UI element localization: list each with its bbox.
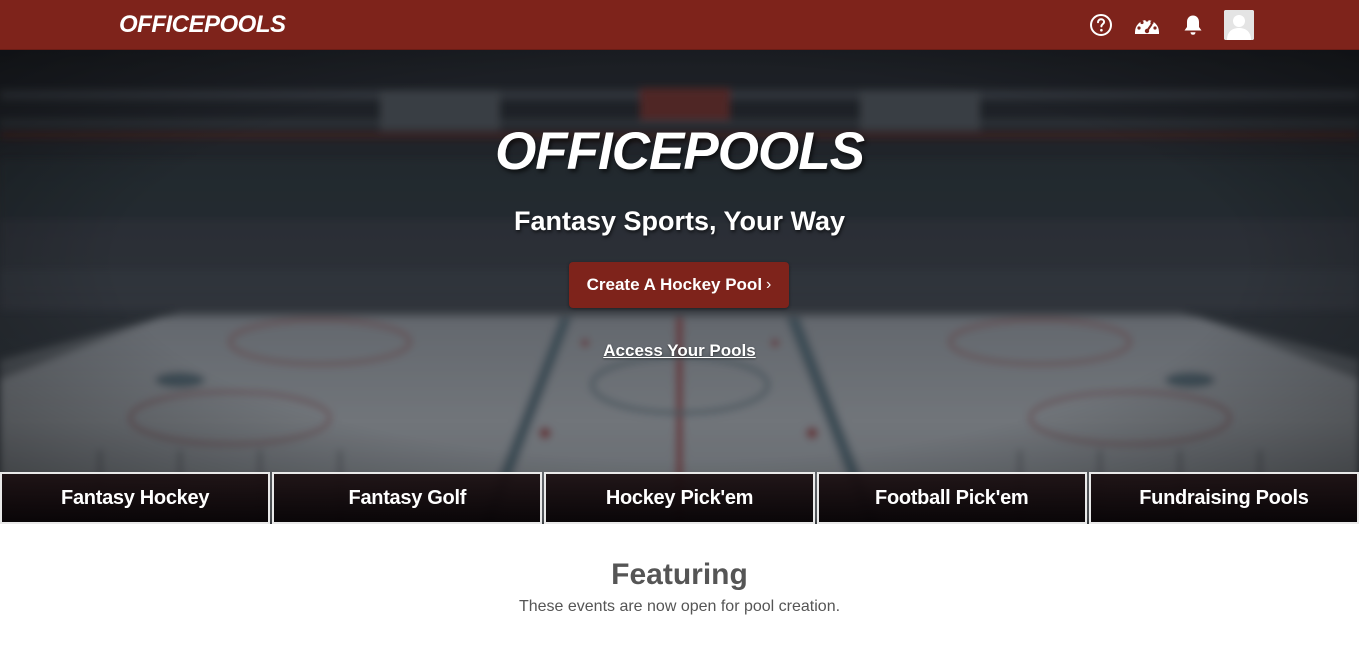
category-fundraising-pools[interactable]: Fundraising Pools [1088, 472, 1359, 524]
featuring-subtitle: These events are now open for pool creat… [518, 598, 841, 615]
category-fantasy-hockey[interactable]: Fantasy Hockey [0, 472, 271, 524]
hero-subtitle: Fantasy Sports, Your Way [513, 206, 846, 236]
create-hockey-pool-label: Create A Hockey Pool [586, 275, 763, 294]
help-icon[interactable] [1086, 10, 1116, 40]
notification-bell-icon[interactable] [1178, 10, 1208, 40]
hero-banner: OFFICEPOOLS Fantasy Sports, Your Way Cre… [0, 50, 1359, 524]
featuring-heading: Featuring [611, 558, 748, 591]
category-hockey-pickem[interactable]: Hockey Pick'em [544, 472, 815, 524]
access-pools-link-row: Access Your Pools [0, 340, 1359, 363]
access-your-pools-link[interactable]: Access Your Pools [603, 341, 755, 360]
user-silhouette-icon [1224, 10, 1254, 40]
category-fantasy-golf[interactable]: Fantasy Golf [272, 472, 543, 524]
hero-title: OFFICEPOOLS [495, 122, 865, 181]
top-nav-bar: OFFICEPOOLS [0, 0, 1359, 50]
chevron-right-icon: › [766, 276, 772, 293]
create-hockey-pool-button[interactable]: Create A Hockey Pool › [569, 262, 789, 308]
nav-icon-group [1070, 10, 1254, 40]
category-tabs: Fantasy Hockey Fantasy Golf Hockey Pick'… [0, 472, 1359, 524]
brand-logo[interactable]: OFFICEPOOLS [119, 10, 286, 40]
dashboard-icon[interactable] [1132, 10, 1162, 40]
category-football-pickem[interactable]: Football Pick'em [816, 472, 1087, 524]
user-avatar[interactable] [1224, 10, 1254, 40]
